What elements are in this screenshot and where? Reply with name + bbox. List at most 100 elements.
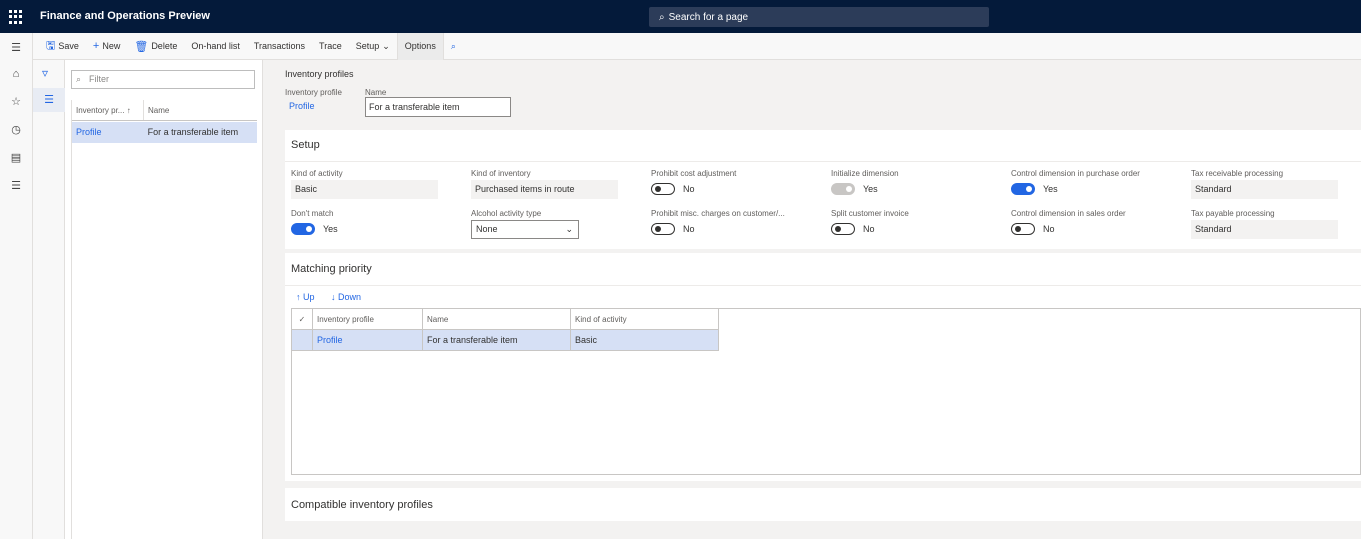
chevron-down-icon: ⌄ <box>565 224 573 234</box>
app-title[interactable]: Finance and Operations Preview <box>40 10 210 22</box>
column-header-name[interactable]: Name <box>423 309 571 329</box>
onhand-list-button[interactable]: On-hand list <box>184 33 247 60</box>
alcohol-activity-select[interactable]: None ⌄ <box>471 220 579 239</box>
details-pane: Inventory profiles Inventory profile Pro… <box>269 60 1361 539</box>
arrow-down-icon: ↓ <box>331 292 336 302</box>
split-customer-invoice-toggle[interactable] <box>831 223 855 235</box>
filter-icon[interactable]: ▿ <box>42 66 48 80</box>
kind-of-activity-value: Basic <box>291 180 438 199</box>
list-grid-header: Inventory pr... ↑ Name <box>72 100 257 121</box>
matching-priority-grid: ✓ Inventory profile Name Kind of activit… <box>291 308 1361 475</box>
prohibit-cost-adjustment-label: Prohibit cost adjustment <box>651 169 737 178</box>
prohibit-misc-charges-toggle[interactable] <box>651 223 675 235</box>
transactions-button[interactable]: Transactions <box>247 33 312 60</box>
left-navigation: ☰ ⌂ ☆ ◷ ▤ ☰ <box>0 33 33 539</box>
control-dim-so-value: No <box>1043 224 1055 234</box>
tax-receivable-label: Tax receivable processing <box>1191 169 1284 178</box>
list-toolbar: ▿ ☰ <box>33 60 65 539</box>
recent-clock-icon[interactable]: ◷ <box>9 123 23 137</box>
cell-name: For a transferable item <box>423 330 571 350</box>
breadcrumb: Inventory profiles <box>285 69 354 79</box>
prohibit-cost-adjustment-toggle[interactable] <box>651 183 675 195</box>
inventory-profile-value[interactable]: Profile <box>285 97 353 116</box>
control-dim-po-toggle[interactable] <box>1011 183 1035 195</box>
hamburger-icon[interactable]: ☰ <box>9 41 23 55</box>
save-button[interactable]: 🖫 Save <box>39 33 86 60</box>
control-dim-po-value: Yes <box>1043 184 1058 194</box>
dont-match-label: Don't match <box>291 209 334 218</box>
action-pane: 🖫 Save + New 🗑 Delete On-hand list Transact… <box>33 32 1361 60</box>
setup-section: Setup Kind of activity Basic Kind of inv… <box>285 130 1361 249</box>
move-down-button[interactable]: ↓ Down <box>331 292 361 302</box>
matching-priority-title[interactable]: Matching priority <box>291 263 372 275</box>
alcohol-activity-label: Alcohol activity type <box>471 209 542 218</box>
list-pane: ⌕ Filter Inventory pr... ↑ Name Profile … <box>65 60 263 539</box>
top-bar: Finance and Operations Preview ⌕ Search … <box>0 0 1361 33</box>
list-grid: Inventory pr... ↑ Name Profile For a tra… <box>71 100 257 539</box>
control-dim-po-label: Control dimension in purchase order <box>1011 169 1140 178</box>
compatible-profiles-section[interactable]: Compatible inventory profiles <box>285 488 1361 521</box>
app-launcher-icon[interactable] <box>9 10 23 24</box>
compatible-profiles-title[interactable]: Compatible inventory profiles <box>291 499 433 511</box>
search-icon: ⌕ <box>76 74 82 84</box>
kind-of-inventory-value: Purchased items in route <box>471 180 618 199</box>
workspaces-icon[interactable]: ▤ <box>9 151 23 165</box>
search-placeholder: Search for a page <box>668 11 749 23</box>
matching-grid-header: ✓ Inventory profile Name Kind of activit… <box>292 309 719 330</box>
table-row[interactable]: Profile For a transferable item Basic <box>292 330 719 351</box>
column-header-kind-of-activity[interactable]: Kind of activity <box>571 309 719 329</box>
trash-icon: 🗑 <box>134 40 149 53</box>
options-tab[interactable]: Options <box>396 32 444 60</box>
column-header-name[interactable]: Name <box>144 100 254 120</box>
inventory-profile-label: Inventory profile <box>285 88 342 97</box>
dont-match-value: Yes <box>323 224 338 234</box>
tax-payable-value: Standard <box>1191 220 1338 239</box>
kind-of-activity-label: Kind of activity <box>291 169 343 178</box>
plus-icon: + <box>92 40 100 52</box>
modules-list-icon[interactable]: ☰ <box>9 179 23 193</box>
initialize-dimension-label: Initialize dimension <box>831 169 899 178</box>
row-select-cell[interactable] <box>292 330 313 350</box>
action-search-icon[interactable]: ⌕ <box>444 33 463 60</box>
select-all-check-icon[interactable]: ✓ <box>292 309 313 329</box>
dont-match-toggle[interactable] <box>291 223 315 235</box>
home-icon[interactable]: ⌂ <box>9 67 23 81</box>
list-cell-name: For a transferable item <box>147 127 239 137</box>
control-dim-so-label: Control dimension in sales order <box>1011 209 1126 218</box>
list-cell-profile[interactable]: Profile <box>72 122 144 143</box>
prohibit-misc-charges-value: No <box>683 224 695 234</box>
trace-button[interactable]: Trace <box>312 33 349 60</box>
column-header-profile[interactable]: Inventory pr... ↑ <box>72 100 144 120</box>
list-row[interactable]: Profile For a transferable item <box>72 122 257 143</box>
initialize-dimension-value: Yes <box>863 184 878 194</box>
column-header-inventory-profile[interactable]: Inventory profile <box>313 309 423 329</box>
arrow-up-icon: ↑ <box>296 292 301 302</box>
new-button[interactable]: + New <box>86 33 127 60</box>
name-label: Name <box>365 88 387 97</box>
tax-payable-label: Tax payable processing <box>1191 209 1275 218</box>
page-search-input[interactable]: ⌕ Search for a page <box>649 7 989 27</box>
control-dim-so-toggle[interactable] <box>1011 223 1035 235</box>
favorites-star-icon[interactable]: ☆ <box>9 95 23 109</box>
move-up-button[interactable]: ↑ Up <box>296 292 315 302</box>
prohibit-misc-charges-label: Prohibit misc. charges on customer/... <box>651 209 785 218</box>
save-icon: 🖫 <box>46 39 56 52</box>
split-customer-invoice-label: Split customer invoice <box>831 209 909 218</box>
cell-kind-of-activity: Basic <box>571 330 719 350</box>
initialize-dimension-toggle <box>831 183 855 195</box>
setup-section-title[interactable]: Setup <box>291 139 320 151</box>
setup-menu-button[interactable]: Setup ⌄ <box>349 33 397 60</box>
delete-button[interactable]: 🗑 Delete <box>127 33 184 60</box>
sort-arrow-icon: ↑ <box>126 106 131 115</box>
cell-inventory-profile[interactable]: Profile <box>313 330 423 350</box>
filter-input[interactable]: ⌕ Filter <box>71 70 255 89</box>
name-input[interactable]: For a transferable item <box>365 97 511 117</box>
list-view-icon[interactable]: ☰ <box>33 88 65 112</box>
kind-of-inventory-label: Kind of inventory <box>471 169 531 178</box>
matching-priority-section: Matching priority ↑ Up ↓ Down ✓ Inventor… <box>285 253 1361 481</box>
prohibit-cost-adjustment-value: No <box>683 184 695 194</box>
search-icon: ⌕ <box>659 11 665 23</box>
chevron-down-icon: ⌄ <box>382 40 390 51</box>
tax-receivable-value: Standard <box>1191 180 1338 199</box>
split-customer-invoice-value: No <box>863 224 875 234</box>
